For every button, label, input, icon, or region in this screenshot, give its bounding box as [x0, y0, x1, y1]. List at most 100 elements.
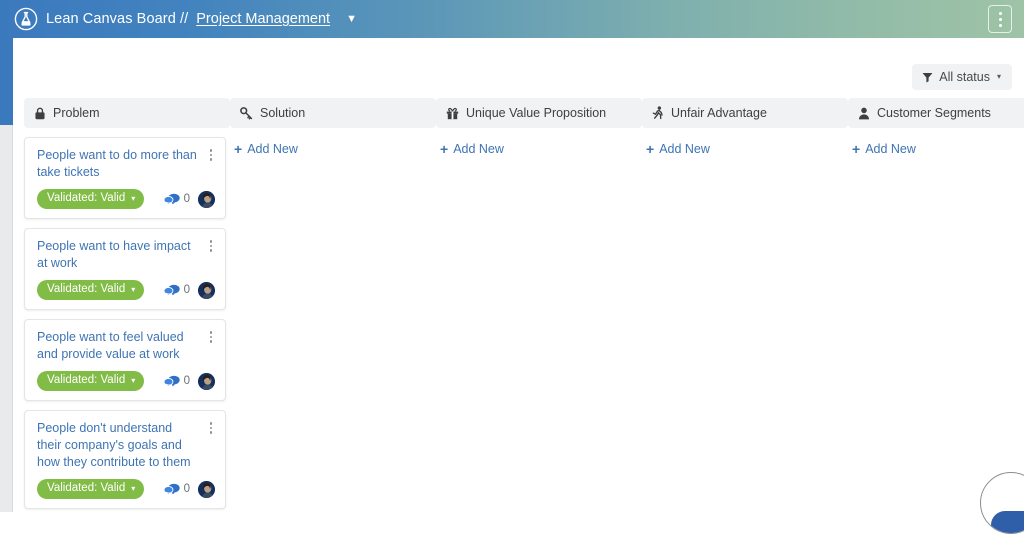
column-header-problem: Problem: [24, 98, 230, 128]
board-column-problem: Problem People want to do more than take…: [24, 98, 230, 508]
vertical-dots-icon-dot: [210, 336, 213, 339]
column-body-problem: People want to do more than take tickets…: [24, 128, 230, 509]
add-new-label: Add New: [453, 142, 504, 156]
vertical-dots-icon-dot: [210, 427, 213, 430]
vertical-dots-icon-dot: [210, 149, 213, 152]
column-title: Unfair Advantage: [671, 106, 767, 120]
card-menu-button[interactable]: [206, 422, 216, 434]
card-comments[interactable]: 0: [164, 284, 190, 297]
card-footer: Validated: Valid ▾ 0: [37, 479, 215, 499]
person-icon: [858, 107, 870, 120]
board-name-link[interactable]: Project Management: [196, 11, 330, 27]
chevron-down-icon: ▾: [131, 485, 135, 493]
vertical-dots-icon-dot: [999, 24, 1002, 27]
card-comments[interactable]: 0: [164, 375, 190, 388]
status-badge-label: Validated: Valid: [47, 374, 125, 387]
column-header-solution: Solution: [230, 98, 436, 128]
column-header-customer-segments: Customer Segments: [848, 98, 1024, 128]
board-column-customer-segments: Customer Segments + Add New: [848, 98, 1024, 508]
add-new-button-solution[interactable]: + Add New: [230, 137, 436, 161]
comment-bubbles-icon: [164, 375, 180, 388]
chevron-down-icon[interactable]: ▼: [346, 14, 357, 25]
card-menu-button[interactable]: [206, 331, 216, 343]
card-title[interactable]: People want to have impact at work: [37, 238, 215, 272]
key-icon: [240, 107, 253, 120]
status-badge[interactable]: Validated: Valid ▾: [37, 479, 144, 499]
status-badge-label: Validated: Valid: [47, 482, 125, 495]
column-header-unique-value-proposition: Unique Value Proposition: [436, 98, 642, 128]
runner-icon: [652, 106, 664, 120]
status-filter-button[interactable]: All status ▾: [912, 64, 1012, 90]
status-filter-label: All status: [939, 70, 990, 84]
vertical-dots-icon-dot: [210, 331, 213, 334]
add-new-label: Add New: [247, 142, 298, 156]
board-column-unfair-advantage: Unfair Advantage + Add New: [642, 98, 848, 508]
add-new-button-unique-value-proposition[interactable]: + Add New: [436, 137, 642, 161]
card-comments[interactable]: 0: [164, 483, 190, 496]
vertical-dots-icon-dot: [210, 158, 213, 161]
gift-icon: [446, 107, 459, 120]
vertical-dots-icon-dot: [210, 249, 213, 252]
vertical-dots-icon-dot: [210, 245, 213, 248]
column-body-customer-segments: + Add New: [848, 128, 1024, 161]
funnel-icon: [922, 72, 933, 83]
plus-icon: +: [234, 142, 242, 156]
column-title: Unique Value Proposition: [466, 106, 606, 120]
plus-icon: +: [440, 142, 448, 156]
card-title[interactable]: People want to do more than take tickets: [37, 147, 215, 181]
vertical-dots-icon-dot: [210, 422, 213, 425]
left-rail-blue: [0, 38, 13, 125]
status-badge-label: Validated: Valid: [47, 192, 125, 205]
card-footer: Validated: Valid ▾ 0: [37, 280, 215, 300]
vertical-dots-icon-dot: [999, 18, 1002, 21]
card-footer: Validated: Valid ▾ 0: [37, 189, 215, 209]
board-card[interactable]: People want to have impact at work Valid…: [24, 228, 226, 310]
column-body-solution: + Add New: [230, 128, 436, 161]
top-header-bar: Lean Canvas Board // Project Management …: [0, 0, 1024, 38]
board-card[interactable]: People want to do more than take tickets…: [24, 137, 226, 219]
add-new-button-customer-segments[interactable]: + Add New: [848, 137, 1024, 161]
avatar[interactable]: [198, 191, 215, 208]
comment-bubbles-icon: [164, 284, 180, 297]
card-title[interactable]: People want to feel valued and provide v…: [37, 329, 215, 363]
vertical-dots-icon-dot: [210, 340, 213, 343]
chevron-down-icon: ▾: [131, 286, 135, 294]
board-column-unique-value-proposition: Unique Value Proposition + Add New: [436, 98, 642, 508]
column-header-unfair-advantage: Unfair Advantage: [642, 98, 848, 128]
vertical-dots-icon-dot: [999, 12, 1002, 15]
avatar[interactable]: [198, 373, 215, 390]
plus-icon: +: [646, 142, 654, 156]
board-card[interactable]: People want to feel valued and provide v…: [24, 319, 226, 401]
comment-count: 0: [184, 193, 190, 205]
comment-count: 0: [184, 483, 190, 495]
card-footer: Validated: Valid ▾ 0: [37, 371, 215, 391]
chevron-down-icon: ▾: [131, 195, 135, 203]
add-new-label: Add New: [865, 142, 916, 156]
column-title: Problem: [53, 106, 100, 120]
avatar[interactable]: [198, 282, 215, 299]
column-title: Customer Segments: [877, 106, 991, 120]
flask-icon: [14, 7, 38, 31]
card-menu-button[interactable]: [206, 149, 216, 161]
card-menu-button[interactable]: [206, 240, 216, 252]
board-card[interactable]: People don't understand their company's …: [24, 410, 226, 509]
board-columns: Problem People want to do more than take…: [24, 98, 1024, 508]
status-badge[interactable]: Validated: Valid ▾: [37, 280, 144, 300]
status-badge[interactable]: Validated: Valid ▾: [37, 189, 144, 209]
column-body-unique-value-proposition: + Add New: [436, 128, 642, 161]
card-comments[interactable]: 0: [164, 193, 190, 206]
status-badge-label: Validated: Valid: [47, 283, 125, 296]
board-column-solution: Solution + Add New: [230, 98, 436, 508]
column-title: Solution: [260, 106, 305, 120]
add-new-button-unfair-advantage[interactable]: + Add New: [642, 137, 848, 161]
vertical-dots-icon-dot: [210, 431, 213, 434]
add-new-label: Add New: [659, 142, 710, 156]
status-badge[interactable]: Validated: Valid ▾: [37, 371, 144, 391]
header-overflow-menu-button[interactable]: [988, 5, 1012, 33]
comment-bubbles-icon: [164, 483, 180, 496]
toolbar: All status ▾: [912, 64, 1012, 90]
vertical-dots-icon-dot: [210, 240, 213, 243]
card-title[interactable]: People don't understand their company's …: [37, 420, 215, 471]
comment-count: 0: [184, 284, 190, 296]
avatar[interactable]: [198, 481, 215, 498]
